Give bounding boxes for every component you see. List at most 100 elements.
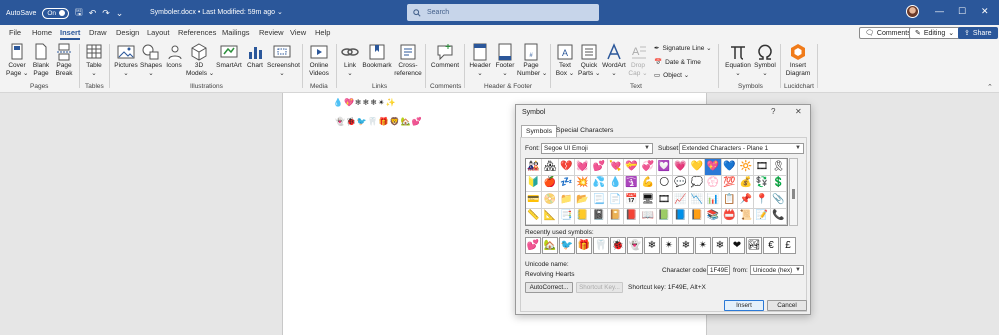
symbol-cell[interactable]: 📄 <box>607 192 624 209</box>
recent-symbol-cell[interactable]: 🎁 <box>576 237 592 254</box>
symbol-button[interactable]: Symbol ⌄ <box>754 43 776 78</box>
tab-design[interactable]: Design <box>116 28 139 37</box>
symbol-cell[interactable]: 🖥 <box>640 192 657 209</box>
symbol-cell[interactable]: 💤 <box>558 175 575 192</box>
symbol-cell[interactable]: 📉 <box>689 192 706 209</box>
symbol-cell[interactable]: 📖 <box>640 208 657 225</box>
collapse-ribbon-icon[interactable]: ⌃ <box>987 83 993 91</box>
recent-symbol-cell[interactable]: £ <box>780 237 796 254</box>
symbol-cell[interactable]: 🎞 <box>754 159 771 176</box>
symbol-cell[interactable]: 💰 <box>738 175 755 192</box>
share-button[interactable]: ⇪ Share <box>958 27 998 39</box>
cancel-button[interactable]: Cancel <box>767 300 807 311</box>
symbol-cell[interactable]: 💲 <box>770 175 787 192</box>
symbol-cell[interactable]: 💧 <box>607 175 624 192</box>
symbol-grid-scrollbar[interactable] <box>789 158 798 226</box>
recent-symbol-cell[interactable]: € <box>763 237 779 254</box>
tab-mailings[interactable]: Mailings <box>222 28 250 37</box>
undo-icon[interactable]: ↶ <box>89 8 97 19</box>
shortcut-key-button[interactable]: Shortcut Key... <box>576 282 623 293</box>
symbol-cell[interactable]: 💟 <box>656 159 673 176</box>
minimize-icon[interactable]: — <box>935 6 944 16</box>
footer-button[interactable]: Footer ⌄ <box>493 43 517 78</box>
symbol-cell[interactable]: 💘 <box>607 159 624 176</box>
symbol-cell[interactable]: 📐 <box>542 208 559 225</box>
tab-review[interactable]: Review <box>259 28 284 37</box>
recent-symbol-cell[interactable]: ❤ <box>729 237 745 254</box>
recent-symbol-cell[interactable]: ✴ <box>695 237 711 254</box>
screenshot-button[interactable]: Screenshot ⌄ <box>267 43 300 78</box>
search-input[interactable]: Search <box>407 4 599 21</box>
symbol-cell[interactable]: 📕 <box>623 208 641 225</box>
symbol-cell[interactable]: 💗 <box>672 159 690 176</box>
table-button[interactable]: Table ⌄ <box>84 43 104 78</box>
symbol-cell[interactable]: 📅 <box>623 192 641 209</box>
symbol-grid[interactable]: 🎎 🏘 💔 💓 💕 💘 💝 💞 💟 💗 💛 💖 💙 🔆 🎞 🎗 🔰 🍎 💤 💥 💦 💧 🛐 💪 🌕 💬 💭 💮 💯 💰 💱 💲 💳 📀 📁 📂 📃 📄 📅 🖥… <box>525 158 788 226</box>
close-icon[interactable]: ✕ <box>981 6 989 17</box>
symbol-cell[interactable]: 📝 <box>754 208 771 225</box>
object-button[interactable]: ▭ Object ⌄ <box>654 71 689 79</box>
symbol-cell[interactable]: 📔 <box>607 208 624 225</box>
tab-references[interactable]: References <box>178 28 216 37</box>
recent-symbol-cell[interactable]: ✴ <box>661 237 677 254</box>
symbol-cell[interactable]: 💛 <box>689 159 706 176</box>
symbol-cell[interactable]: 📎 <box>770 192 787 209</box>
save-icon[interactable]: 🖫 <box>75 5 83 21</box>
symbol-cell[interactable]: 💯 <box>721 175 739 192</box>
symbol-cell[interactable]: 💝 <box>623 159 641 176</box>
recent-symbol-cell[interactable]: ❄ <box>644 237 660 254</box>
tab-home[interactable]: Home <box>32 28 52 37</box>
header-button[interactable]: Header ⌄ <box>468 43 492 78</box>
recent-symbol-cell[interactable]: 🐦 <box>559 237 575 254</box>
symbol-cell[interactable]: 💥 <box>574 175 592 192</box>
tab-special-characters[interactable]: Special Characters <box>552 125 617 136</box>
symbol-cell[interactable]: 🎞 <box>656 192 673 209</box>
symbol-cell[interactable]: 💱 <box>754 175 771 192</box>
symbol-cell[interactable]: 📈 <box>672 192 690 209</box>
recent-symbol-cell[interactable]: 🏞 <box>746 237 762 254</box>
customize-qat-icon[interactable]: ⌄ <box>116 8 124 19</box>
tab-layout[interactable]: Layout <box>147 28 170 37</box>
pictures-button[interactable]: Pictures ⌄ <box>114 43 138 78</box>
recent-symbol-cell[interactable]: ❄ <box>712 237 728 254</box>
symbol-cell[interactable]: 💬 <box>672 175 690 192</box>
character-code-input[interactable]: 1F49E <box>707 265 730 275</box>
symbol-cell[interactable]: 📋 <box>721 192 739 209</box>
wordart-button[interactable]: WordArt ⌄ <box>601 43 627 78</box>
recent-symbol-cell[interactable]: 👻 <box>627 237 643 254</box>
tab-insert[interactable]: Insert <box>60 28 81 40</box>
symbol-cell[interactable]: 📞 <box>770 208 787 225</box>
link-button[interactable]: Link ⌄ <box>340 43 360 78</box>
symbol-cell[interactable]: 💓 <box>574 159 592 176</box>
restore-icon[interactable]: ☐ <box>958 6 966 17</box>
symbol-cell[interactable]: 🎗 <box>770 159 787 176</box>
cross-reference-button[interactable]: Cross- reference <box>394 43 422 78</box>
symbol-cell[interactable]: 🏘 <box>542 159 559 176</box>
3d-models-button[interactable]: 3D Models ⌄ <box>186 43 214 78</box>
recent-symbol-cell[interactable]: 🏡 <box>542 237 558 254</box>
symbol-cell[interactable]: 📒 <box>574 208 592 225</box>
cover-page-button[interactable]: Cover Page ⌄ <box>6 43 28 78</box>
icons-button[interactable]: Icons <box>165 43 183 70</box>
document-title[interactable]: Symboler.docx • Last Modified: 59m ago ⌄ <box>150 8 283 16</box>
blank-page-button[interactable]: Blank Page <box>31 43 51 78</box>
symbol-cell[interactable]: 📂 <box>574 192 592 209</box>
symbol-cell[interactable]: 🌕 <box>656 175 673 192</box>
online-videos-button[interactable]: Online Videos <box>306 43 332 78</box>
help-icon[interactable]: ? <box>771 107 775 116</box>
symbol-cell[interactable]: 🍎 <box>542 175 559 192</box>
symbol-cell[interactable]: 🎎 <box>526 159 543 176</box>
close-icon[interactable]: ✕ <box>795 107 802 116</box>
tab-help[interactable]: Help <box>315 28 330 37</box>
drop-cap-button[interactable]: A Drop Cap ⌄ <box>628 43 648 78</box>
symbol-cell[interactable]: 💮 <box>705 175 722 192</box>
symbol-cell[interactable]: 📛 <box>721 208 739 225</box>
signature-line-button[interactable]: ✒ Signature Line ⌄ <box>654 44 712 52</box>
quick-parts-button[interactable]: Quick Parts ⌄ <box>578 43 600 78</box>
symbol-cell[interactable]: 💭 <box>689 175 706 192</box>
tab-draw[interactable]: Draw <box>89 28 107 37</box>
new-comment-button[interactable]: Comment <box>429 43 461 70</box>
smartart-button[interactable]: SmartArt <box>215 43 243 70</box>
editing-mode-button[interactable]: ✎ Editing ⌄ <box>909 27 961 39</box>
symbol-cell[interactable]: 📓 <box>591 208 608 225</box>
